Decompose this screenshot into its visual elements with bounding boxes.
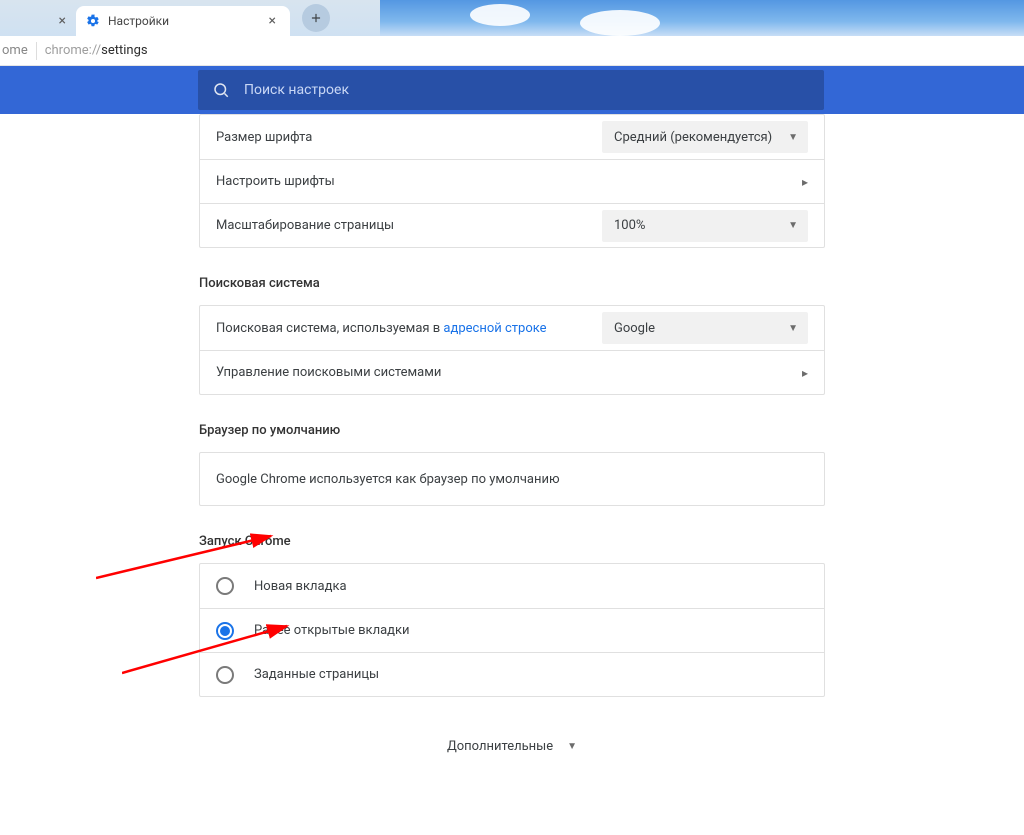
appearance-card: Размер шрифта Средний (рекомендуется) ▼ … (199, 114, 825, 248)
row-manage-search-engines[interactable]: Управление поисковыми системами ▸ (200, 350, 824, 394)
row-font-size[interactable]: Размер шрифта Средний (рекомендуется) ▼ (200, 115, 824, 159)
tab-title: Настройки (108, 14, 169, 28)
label: Поисковая система, используемая в адресн… (216, 321, 602, 336)
chevron-right-icon: ▸ (802, 175, 808, 189)
search-icon (212, 81, 230, 99)
label: Размер шрифта (216, 130, 602, 145)
row-default-browser-status: Google Chrome используется как браузер п… (200, 453, 824, 505)
settings-content: Размер шрифта Средний (рекомендуется) ▼ … (0, 114, 1024, 835)
radio-label: Заданные страницы (254, 667, 379, 682)
label: Управление поисковыми системами (216, 365, 802, 380)
settings-header (0, 66, 1024, 114)
page-zoom-dropdown[interactable]: 100% ▼ (602, 210, 808, 242)
chevron-down-icon: ▼ (567, 741, 577, 752)
chevron-down-icon: ▼ (788, 132, 798, 143)
label: Настроить шрифты (216, 174, 802, 189)
address-origin: ome (2, 43, 28, 58)
radio-icon[interactable] (216, 666, 234, 684)
row-search-engine[interactable]: Поисковая система, используемая в адресн… (200, 306, 824, 350)
radio-label: Ранее открытые вкладки (254, 623, 410, 638)
default-browser-card: Google Chrome используется как браузер п… (199, 452, 825, 506)
radio-new-tab[interactable]: Новая вкладка (200, 564, 824, 608)
address-scheme: chrome:// (45, 43, 101, 58)
radio-icon[interactable] (216, 577, 234, 595)
row-customize-fonts[interactable]: Настроить шрифты ▸ (200, 159, 824, 203)
status-text: Google Chrome используется как браузер п… (216, 472, 808, 487)
divider (36, 42, 37, 60)
label: Масштабирование страницы (216, 218, 602, 233)
section-title-default-browser: Браузер по умолчанию (199, 423, 825, 438)
radio-specific-pages[interactable]: Заданные страницы (200, 652, 824, 696)
gear-icon (86, 14, 100, 28)
search-engine-dropdown[interactable]: Google ▼ (602, 312, 808, 344)
row-page-zoom[interactable]: Масштабирование страницы 100% ▼ (200, 203, 824, 247)
address-bar-link[interactable]: адресной строке (443, 321, 546, 336)
search-box[interactable] (198, 70, 824, 110)
new-tab-button[interactable] (302, 4, 330, 32)
tab-settings[interactable]: Настройки × (76, 6, 290, 36)
section-title-startup: Запуск Chrome (199, 534, 825, 549)
advanced-label: Дополнительные (447, 739, 553, 754)
advanced-toggle[interactable]: Дополнительные ▼ (199, 739, 825, 754)
window-frame-decoration (380, 0, 1024, 36)
chevron-right-icon: ▸ (802, 366, 808, 380)
radio-icon[interactable] (216, 622, 234, 640)
chevron-down-icon: ▼ (788, 220, 798, 231)
label-prefix: Поисковая система, используемая в (216, 321, 443, 336)
address-path: settings (101, 43, 147, 58)
search-input[interactable] (244, 82, 810, 98)
search-engine-card: Поисковая система, используемая в адресн… (199, 305, 825, 395)
chevron-down-icon: ▼ (788, 323, 798, 334)
tab-strip: × Настройки × (0, 0, 1024, 36)
startup-card: Новая вкладка Ранее открытые вкладки Зад… (199, 563, 825, 697)
dropdown-value: Google (614, 321, 655, 336)
radio-continue[interactable]: Ранее открытые вкладки (200, 608, 824, 652)
dropdown-value: Средний (рекомендуется) (614, 130, 772, 145)
dropdown-value: 100% (614, 218, 645, 233)
font-size-dropdown[interactable]: Средний (рекомендуется) ▼ (602, 121, 808, 153)
close-icon[interactable]: × (269, 14, 276, 28)
tab-inactive[interactable]: × (0, 6, 76, 36)
section-title-search-engine: Поисковая система (199, 276, 825, 291)
close-icon[interactable]: × (59, 14, 66, 28)
address-bar[interactable]: ome chrome://settings (0, 36, 1024, 66)
radio-label: Новая вкладка (254, 579, 347, 594)
